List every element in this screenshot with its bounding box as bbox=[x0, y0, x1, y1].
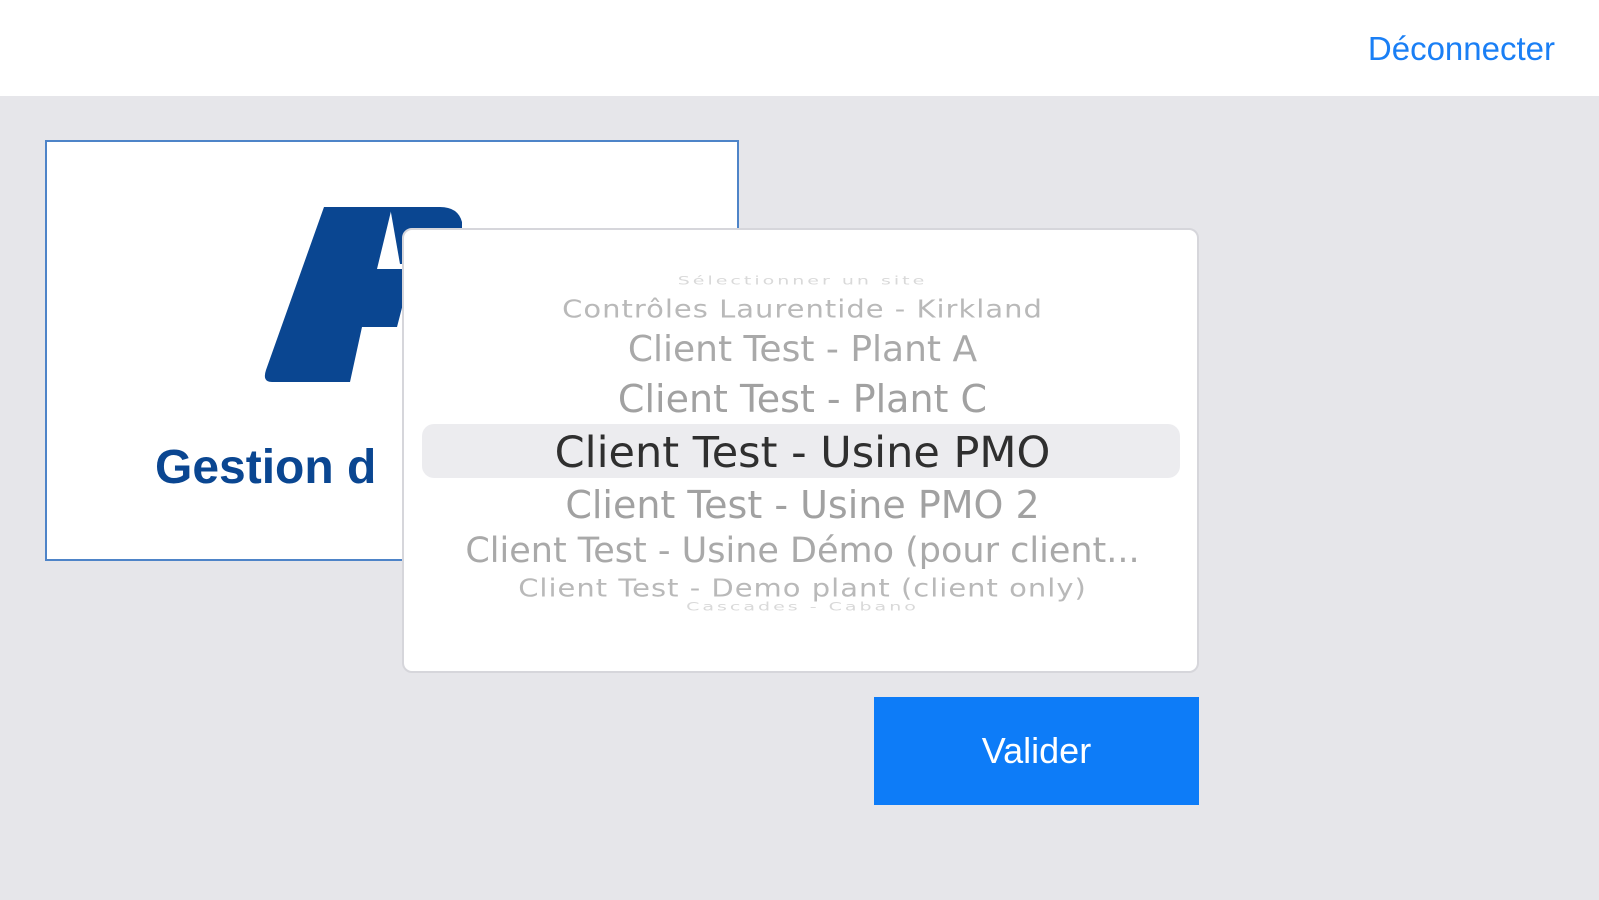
picker-option[interactable]: Client Test - Usine Démo (pour client... bbox=[404, 531, 1197, 571]
picker-option[interactable]: Client Test - Plant A bbox=[404, 329, 1197, 370]
logout-link[interactable]: Déconnecter bbox=[1368, 30, 1555, 68]
picker-option[interactable]: Sélectionner un site bbox=[404, 274, 1197, 287]
picker-option-selected[interactable]: Client Test - Usine PMO bbox=[404, 428, 1197, 478]
picker-option[interactable]: Cascades - Cabano bbox=[404, 600, 1197, 613]
app-title: Gestion d bbox=[155, 441, 377, 494]
picker-option[interactable]: Client Test - Demo plant (client only) bbox=[404, 574, 1197, 603]
validate-button[interactable]: Valider bbox=[874, 697, 1199, 805]
top-bar: Déconnecter bbox=[0, 0, 1599, 96]
site-picker[interactable]: Sélectionner un site Contrôles Laurentid… bbox=[402, 228, 1199, 673]
picker-option[interactable]: Client Test - Usine PMO 2 bbox=[404, 483, 1197, 527]
picker-option[interactable]: Contrôles Laurentide - Kirkland bbox=[404, 295, 1197, 324]
picker-option[interactable]: Client Test - Plant C bbox=[404, 377, 1197, 421]
